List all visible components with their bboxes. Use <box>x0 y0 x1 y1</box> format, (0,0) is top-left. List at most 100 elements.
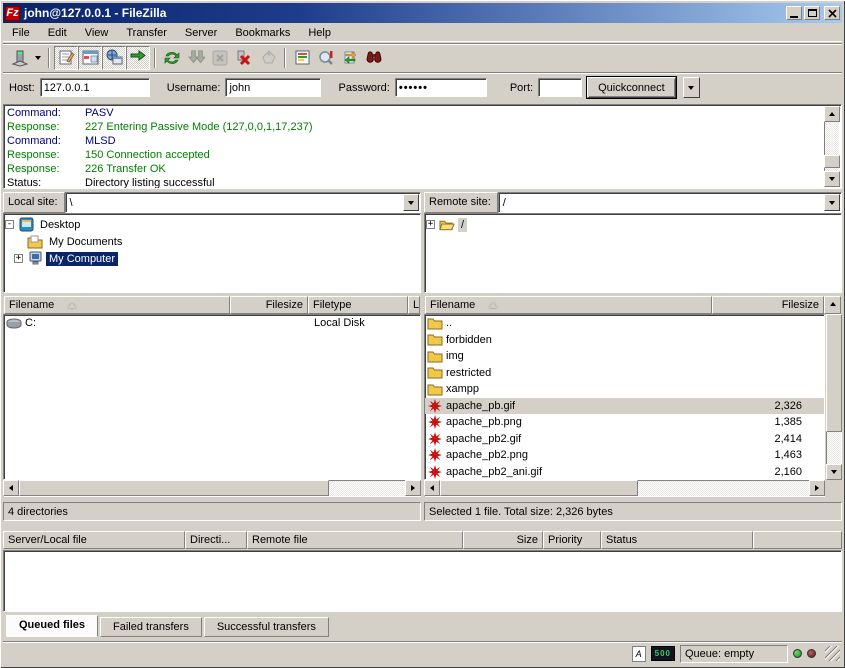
chevron-down-icon <box>829 201 835 205</box>
menu-bookmarks[interactable]: Bookmarks <box>226 25 299 41</box>
username-label: Username: <box>167 82 221 94</box>
combo-dropdown-button[interactable] <box>824 194 840 211</box>
expand-toggle[interactable]: + <box>14 254 23 263</box>
column-direction[interactable]: Directi... <box>185 531 247 549</box>
column-remote-file[interactable]: Remote file <box>247 531 463 549</box>
local-file-row[interactable]: C: Local Disk <box>4 315 420 332</box>
column-last-modified[interactable]: L <box>408 296 420 314</box>
local-hscrollbar[interactable] <box>3 480 421 497</box>
column-filesize[interactable]: Filesize <box>230 296 308 314</box>
toolbar <box>3 43 842 71</box>
scroll-down-button[interactable] <box>824 171 840 187</box>
column-filename[interactable]: Filename <box>4 296 230 314</box>
tree-node-desktop[interactable]: - Desktop <box>5 216 419 233</box>
disconnect-icon <box>235 49 253 67</box>
toggle-local-tree-button[interactable] <box>78 46 102 70</box>
tab-queued-files[interactable]: Queued files <box>6 615 98 637</box>
remote-file-row[interactable]: restricted <box>425 365 824 382</box>
expand-toggle[interactable]: + <box>426 220 435 229</box>
username-input[interactable] <box>225 78 321 97</box>
folder-icon <box>427 348 443 364</box>
remote-status-text: Selected 1 file. Total size: 2,326 bytes <box>424 502 842 521</box>
scrollbar-thumb[interactable] <box>19 480 329 496</box>
tree-node-label: / <box>458 218 467 232</box>
tree-node-root[interactable]: + / <box>426 216 840 233</box>
menu-help[interactable]: Help <box>299 25 340 41</box>
arrow-down-icon <box>831 470 837 474</box>
remote-vscrollbar[interactable] <box>826 314 842 480</box>
menu-transfer[interactable]: Transfer <box>117 25 176 41</box>
column-filetype[interactable]: Filetype <box>308 296 408 314</box>
tab-failed-transfers[interactable]: Failed transfers <box>100 617 202 637</box>
refresh-button[interactable] <box>160 46 184 70</box>
scrollbar-thumb[interactable] <box>824 155 840 168</box>
remote-file-row[interactable]: img <box>425 348 824 365</box>
remote-file-row[interactable]: forbidden <box>425 332 824 349</box>
scroll-right-button[interactable] <box>809 480 825 496</box>
scroll-down-button[interactable] <box>826 464 842 480</box>
menu-server[interactable]: Server <box>176 25 226 41</box>
scroll-left-button[interactable] <box>3 480 19 496</box>
scrollbar-thumb[interactable] <box>826 314 842 432</box>
find-button[interactable] <box>362 46 386 70</box>
column-server-local-file[interactable]: Server/Local file <box>3 531 185 549</box>
column-filesize[interactable]: Filesize <box>712 296 824 314</box>
drive-icon <box>6 315 22 331</box>
host-input[interactable] <box>40 78 150 97</box>
column-size[interactable]: Size <box>463 531 543 549</box>
site-manager-button[interactable] <box>7 46 31 70</box>
scroll-up-button[interactable] <box>824 106 840 122</box>
site-manager-dropdown[interactable] <box>31 46 44 70</box>
remote-hscrollbar[interactable] <box>424 480 825 497</box>
arrow-up-icon <box>830 302 836 306</box>
my-computer-icon <box>27 251 43 267</box>
resize-grip[interactable] <box>825 646 840 661</box>
scrollbar-thumb[interactable] <box>440 480 638 496</box>
remote-file-row[interactable]: apache_pb2.png1,463 <box>425 447 824 464</box>
password-input[interactable] <box>395 78 487 97</box>
toggle-remote-tree-button[interactable] <box>102 46 126 70</box>
remote-file-row[interactable]: apache_pb.png1,385 <box>425 414 824 431</box>
quickconnect-button[interactable]: Quickconnect <box>587 77 676 98</box>
menu-view[interactable]: View <box>76 25 118 41</box>
remote-vscroll-up[interactable] <box>824 296 841 314</box>
disconnect-button[interactable] <box>232 46 256 70</box>
remote-file-row[interactable]: apache_pb2_ani.gif2,160 <box>425 464 824 481</box>
column-priority[interactable]: Priority <box>543 531 601 549</box>
close-button[interactable] <box>824 6 840 20</box>
reconnect-button[interactable] <box>256 46 280 70</box>
scroll-right-button[interactable] <box>405 480 421 496</box>
remote-file-row-selected[interactable]: apache_pb.gif2,326 <box>425 398 824 415</box>
maximize-button[interactable] <box>804 6 820 20</box>
port-input[interactable] <box>538 78 582 97</box>
menu-file[interactable]: File <box>3 25 39 41</box>
toggle-message-log-button[interactable] <box>54 46 78 70</box>
tree-node-my-documents[interactable]: My Documents <box>5 233 419 250</box>
minimize-button[interactable] <box>786 6 802 20</box>
remote-file-row[interactable]: .. <box>425 315 824 332</box>
remote-file-row[interactable]: apache_pb2.gif2,414 <box>425 431 824 448</box>
remote-site-combo[interactable]: / <box>498 192 842 213</box>
tab-successful-transfers[interactable]: Successful transfers <box>204 617 329 637</box>
filter-button[interactable] <box>290 46 314 70</box>
arrow-down-icon <box>829 177 835 181</box>
column-filename[interactable]: Filename <box>425 296 712 314</box>
collapse-toggle[interactable]: - <box>5 220 14 229</box>
log-scrollbar[interactable] <box>824 106 840 187</box>
sync-browse-button[interactable] <box>338 46 362 70</box>
message-log-icon <box>58 49 75 66</box>
scroll-left-button[interactable] <box>424 480 440 496</box>
minimize-icon <box>790 16 798 18</box>
quickconnect-dropdown[interactable] <box>683 77 700 98</box>
toggle-transfer-queue-button[interactable] <box>126 46 150 70</box>
remote-file-row[interactable]: xampp <box>425 381 824 398</box>
process-queue-button[interactable] <box>184 46 208 70</box>
menu-edit[interactable]: Edit <box>39 25 76 41</box>
tree-node-my-computer[interactable]: + My Computer <box>5 250 419 267</box>
cancel-button[interactable] <box>208 46 232 70</box>
column-status[interactable]: Status <box>601 531 753 549</box>
combo-dropdown-button[interactable] <box>403 194 419 211</box>
compare-button[interactable] <box>314 46 338 70</box>
local-site-combo[interactable]: \ <box>65 192 421 213</box>
local-status-text: 4 directories <box>3 502 421 521</box>
